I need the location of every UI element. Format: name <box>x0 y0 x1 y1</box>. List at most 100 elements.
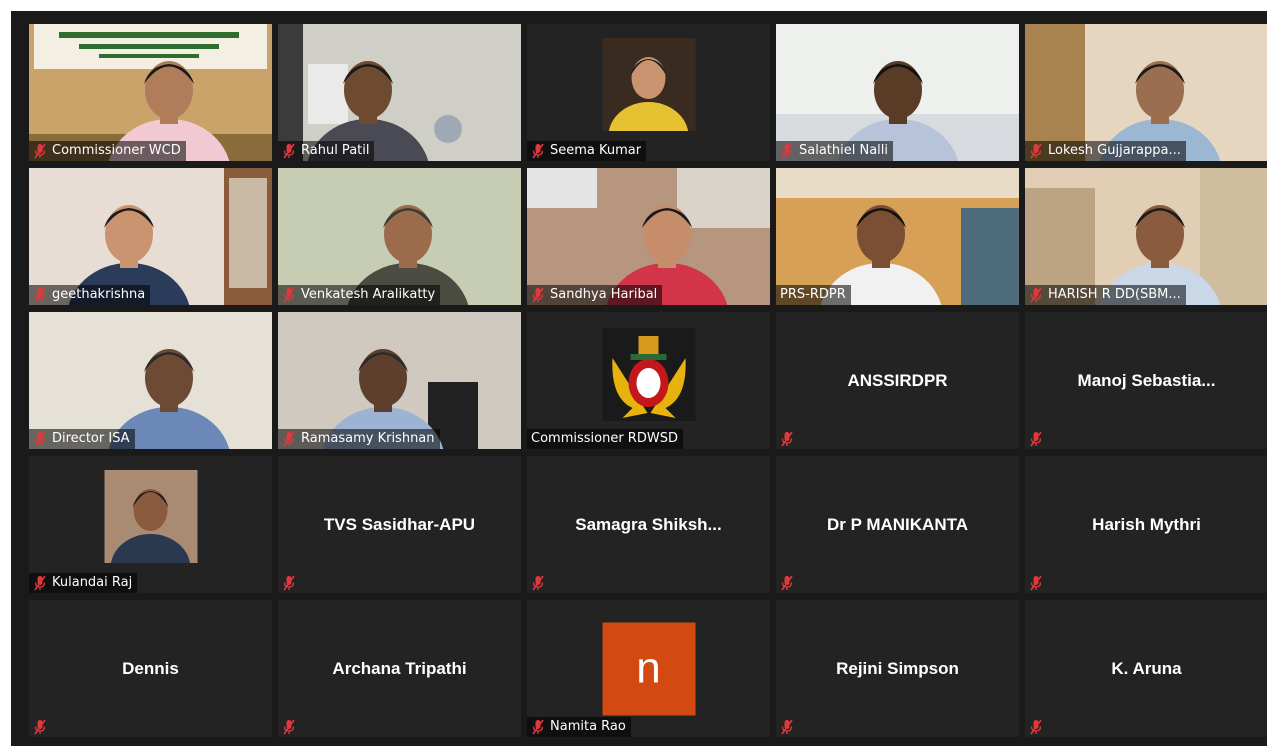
participant-name-tag <box>278 573 306 593</box>
participant-name-tag <box>1025 573 1053 593</box>
participant-name-tag: HARISH R DD(SBM... <box>1025 285 1186 305</box>
profile-picture <box>104 470 197 563</box>
participant-tile[interactable]: Dennis <box>29 600 272 737</box>
participant-name-tag <box>29 717 57 737</box>
participant-tile[interactable]: ANSSIRDPR <box>776 312 1019 449</box>
participant-display-name: Dr P MANIKANTA <box>826 514 969 534</box>
participant-tile[interactable]: Ramasamy Krishnan <box>278 312 521 449</box>
participant-name-label: Salathiel Nalli <box>799 143 889 158</box>
participant-tile[interactable]: Samagra Shiksh... <box>527 456 770 593</box>
participant-tile[interactable]: PRS-RDPR <box>776 168 1019 305</box>
muted-mic-icon <box>1029 287 1043 303</box>
muted-mic-icon <box>1029 575 1043 591</box>
participant-name-tag: Lokesh Gujjarappa... <box>1025 141 1186 161</box>
participant-tile[interactable]: Commissioner RDWSD <box>527 312 770 449</box>
participant-tile[interactable]: Venkatesh Aralikatty <box>278 168 521 305</box>
participant-display-name: Samagra Shiksh... <box>575 514 722 534</box>
participant-display-name: Archana Tripathi <box>332 658 467 678</box>
participant-name-tag <box>776 429 804 449</box>
participant-name-label: Namita Rao <box>550 719 626 734</box>
participant-tile[interactable]: Salathiel Nalli <box>776 24 1019 161</box>
participant-name-tag <box>278 717 306 737</box>
participant-name-tag: Director ISA <box>29 429 135 449</box>
muted-mic-icon <box>780 575 794 591</box>
muted-mic-icon <box>531 287 545 303</box>
participant-display-name: ANSSIRDPR <box>847 370 948 390</box>
participant-name-label: Director ISA <box>52 431 130 446</box>
participant-name-tag: Seema Kumar <box>527 141 647 161</box>
muted-mic-icon <box>1029 431 1043 447</box>
participant-name-label: Rahul Patil <box>301 143 370 158</box>
muted-mic-icon <box>282 431 296 447</box>
participant-name-tag: Namita Rao <box>527 717 631 737</box>
participant-name-tag <box>776 717 804 737</box>
participant-tile[interactable]: Lokesh Gujjarappa... <box>1025 24 1267 161</box>
muted-mic-icon <box>33 575 47 591</box>
muted-mic-icon <box>33 143 47 159</box>
participant-name-tag: Commissioner RDWSD <box>527 429 683 449</box>
participant-name-label: Kulandai Raj <box>52 575 133 590</box>
participant-tile[interactable]: Rahul Patil <box>278 24 521 161</box>
muted-mic-icon <box>33 719 47 735</box>
participant-display-name: Harish Mythri <box>1092 514 1201 534</box>
participant-name-tag: Commissioner WCD <box>29 141 186 161</box>
participant-tile[interactable]: Director ISA <box>29 312 272 449</box>
muted-mic-icon <box>1029 143 1043 159</box>
muted-mic-icon <box>282 287 296 303</box>
participant-tile[interactable]: TVS Sasidhar-APU <box>278 456 521 593</box>
muted-mic-icon <box>33 287 47 303</box>
participant-name-label: Lokesh Gujjarappa... <box>1048 143 1181 158</box>
participant-tile[interactable]: Commissioner WCD <box>29 24 272 161</box>
participant-tile[interactable]: Dr P MANIKANTA <box>776 456 1019 593</box>
participant-name-tag <box>1025 429 1053 449</box>
participant-name-tag: geethakrishna <box>29 285 151 305</box>
participant-name-tag: Salathiel Nalli <box>776 141 894 161</box>
participant-tile[interactable]: Kulandai Raj <box>29 456 272 593</box>
muted-mic-icon <box>531 575 545 591</box>
muted-mic-icon <box>282 719 296 735</box>
profile-picture <box>602 38 695 131</box>
participant-name-tag <box>776 573 804 593</box>
participant-tile[interactable]: Archana Tripathi <box>278 600 521 737</box>
participant-name-label: Venkatesh Aralikatty <box>301 287 436 302</box>
profile-avatar: n <box>602 622 695 715</box>
participant-display-name: Rejini Simpson <box>836 658 959 678</box>
participant-tile[interactable]: Sandhya Haribal <box>527 168 770 305</box>
muted-mic-icon <box>531 143 545 159</box>
participant-name-label: Commissioner WCD <box>52 143 181 158</box>
participant-name-label: Seema Kumar <box>550 143 642 158</box>
participant-name-tag <box>1025 717 1053 737</box>
muted-mic-icon <box>1029 719 1043 735</box>
participant-name-tag: Sandhya Haribal <box>527 285 663 305</box>
participant-display-name: K. Aruna <box>1111 658 1182 678</box>
participant-tile[interactable]: Seema Kumar <box>527 24 770 161</box>
participant-name-label: Sandhya Haribal <box>550 287 658 302</box>
participant-name-label: HARISH R DD(SBM... <box>1048 287 1181 302</box>
participant-display-name: Manoj Sebastia... <box>1077 370 1216 390</box>
participant-name-label: Commissioner RDWSD <box>531 431 678 446</box>
muted-mic-icon <box>33 431 47 447</box>
muted-mic-icon <box>531 719 545 735</box>
participant-tile[interactable]: HARISH R DD(SBM... <box>1025 168 1267 305</box>
emblem-logo <box>602 328 695 421</box>
participant-tile[interactable]: n Namita Rao <box>527 600 770 737</box>
participant-name-tag: Kulandai Raj <box>29 573 138 593</box>
participant-name-tag: Rahul Patil <box>278 141 375 161</box>
participant-tile[interactable]: Rejini Simpson <box>776 600 1019 737</box>
participant-tile[interactable]: Harish Mythri <box>1025 456 1267 593</box>
muted-mic-icon <box>780 431 794 447</box>
participant-name-tag: Venkatesh Aralikatty <box>278 285 441 305</box>
participant-display-name: TVS Sasidhar-APU <box>323 514 476 534</box>
muted-mic-icon <box>780 719 794 735</box>
participant-name-tag: PRS-RDPR <box>776 285 851 305</box>
participant-display-name: Dennis <box>122 658 179 678</box>
participant-name-label: PRS-RDPR <box>780 287 846 302</box>
participant-name-label: Ramasamy Krishnan <box>301 431 435 446</box>
participant-tile[interactable]: K. Aruna <box>1025 600 1267 737</box>
participant-tile[interactable]: Manoj Sebastia... <box>1025 312 1267 449</box>
participant-name-tag: Ramasamy Krishnan <box>278 429 440 449</box>
muted-mic-icon <box>282 575 296 591</box>
video-gallery: Commissioner WCD Rahul Patil Seema Kumar Sa… <box>11 11 1267 746</box>
participant-tile[interactable]: geethakrishna <box>29 168 272 305</box>
muted-mic-icon <box>780 143 794 159</box>
